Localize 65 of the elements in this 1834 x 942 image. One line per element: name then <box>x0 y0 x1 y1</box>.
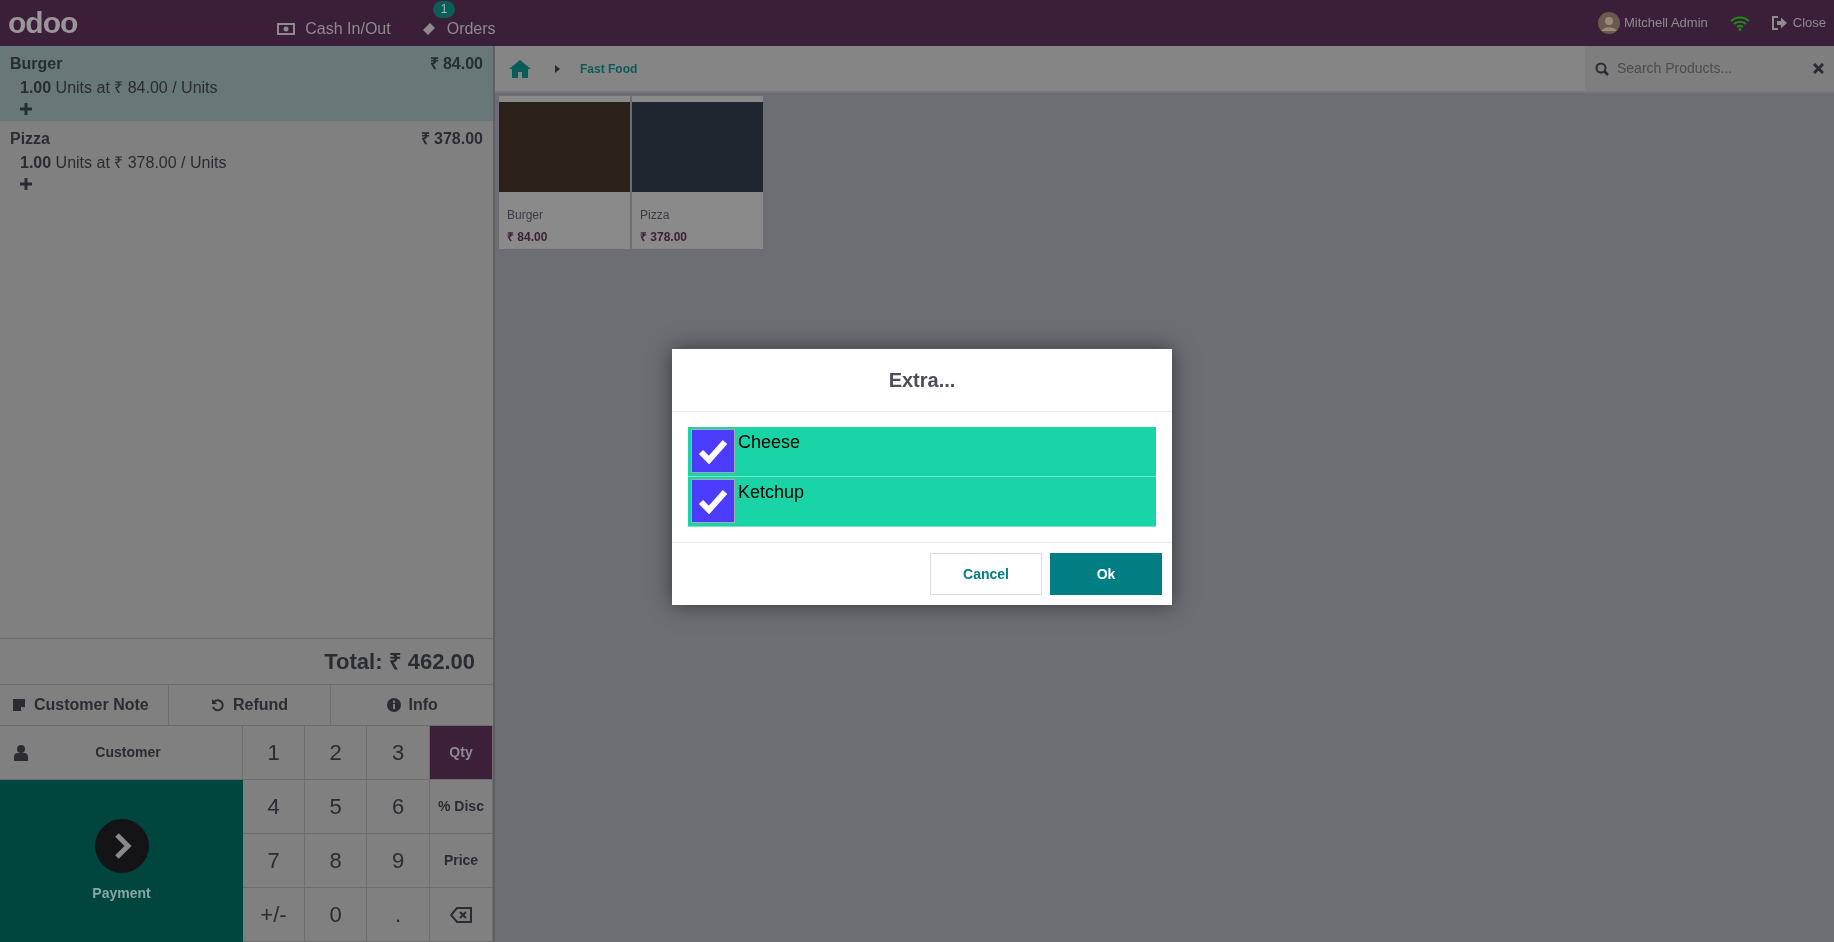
checkbox[interactable] <box>691 479 735 523</box>
line-price: ₹ 378.00 <box>420 129 483 149</box>
cancel-button[interactable]: Cancel <box>930 553 1042 595</box>
mode-button[interactable]: % Disc <box>430 780 493 834</box>
orders-button[interactable]: Orders 1 <box>420 1 496 45</box>
check-icon <box>698 488 728 514</box>
payment-button[interactable]: Payment <box>0 780 243 942</box>
numpad-key[interactable]: 3 <box>367 726 430 780</box>
line-price: ₹ 84.00 <box>429 54 483 74</box>
user-name: Mitchell Admin <box>1623 14 1708 33</box>
plus-icon <box>20 178 32 190</box>
refund-button[interactable]: Refund <box>168 685 332 725</box>
undo-icon <box>210 698 225 712</box>
product-name: Pizza <box>639 207 671 224</box>
cash-button[interactable]: Cash In/Out <box>277 1 391 45</box>
wifi-icon <box>1729 15 1750 31</box>
numpad-key[interactable]: 7 <box>243 834 305 888</box>
numpad-key[interactable]: 0 <box>305 888 367 942</box>
note-button[interactable]: Customer Note <box>0 685 169 725</box>
line-detail: 1.00 Units at ₹ 378.00 / Units <box>19 153 228 173</box>
product-card[interactable]: Burger ₹ 84.00 <box>499 96 630 249</box>
product-price: ₹ 378.00 <box>639 229 689 246</box>
category-link[interactable]: Fast Food <box>580 59 638 78</box>
numpad-key[interactable]: 4 <box>243 780 305 834</box>
numpad-key[interactable]: 5 <box>305 780 367 834</box>
home-icon[interactable] <box>509 58 531 79</box>
close-icon[interactable] <box>1813 63 1824 74</box>
option-row[interactable]: Cheese <box>688 427 1156 477</box>
dialog-title: Extra... <box>888 368 956 393</box>
avatar-icon <box>1597 12 1620 34</box>
product-name: Burger <box>506 207 545 224</box>
line-detail: 1.00 Units at ₹ 84.00 / Units <box>19 78 219 98</box>
person-icon <box>14 744 28 761</box>
logo: odoo <box>8 8 78 38</box>
order-line[interactable]: Pizza ₹ 378.00 1.00 Units at ₹ 378.00 / Units <box>0 121 493 196</box>
order-count-badge: 1 <box>432 1 456 18</box>
numpad-key[interactable]: . <box>367 888 430 942</box>
banknote-icon <box>277 22 296 36</box>
note-icon <box>12 698 26 712</box>
search-icon <box>1595 61 1609 76</box>
option-row[interactable]: Ketchup <box>688 477 1156 527</box>
product-card[interactable]: Pizza ₹ 378.00 <box>632 96 763 249</box>
mode-button[interactable]: Qty <box>430 726 493 780</box>
numpad-key[interactable]: 2 <box>305 726 367 780</box>
caret-right-icon <box>555 64 560 73</box>
info-icon <box>386 698 401 712</box>
product-name: Pizza <box>10 129 50 149</box>
ok-button[interactable]: Ok <box>1050 553 1162 595</box>
sign-out-icon <box>1771 16 1788 30</box>
close-button[interactable]: Close <box>1771 13 1826 33</box>
product-price: ₹ 84.00 <box>506 229 549 246</box>
numpad-key[interactable]: 9 <box>367 834 430 888</box>
product-name: Burger <box>10 54 63 74</box>
numpad-key[interactable]: +/- <box>243 888 305 942</box>
check-icon <box>698 438 728 464</box>
plus-icon <box>20 103 32 115</box>
numpad-key[interactable]: 1 <box>243 726 305 780</box>
backspace-icon[interactable] <box>450 906 472 923</box>
order-total: Total: ₹ 462.00 <box>324 648 475 676</box>
numpad-key[interactable]: 6 <box>367 780 430 834</box>
checkbox[interactable] <box>691 429 735 473</box>
numpad-key[interactable]: 8 <box>305 834 367 888</box>
info-button[interactable]: Info <box>331 685 493 725</box>
mode-button[interactable]: Price <box>430 834 493 888</box>
chevron-right-icon <box>94 818 149 873</box>
